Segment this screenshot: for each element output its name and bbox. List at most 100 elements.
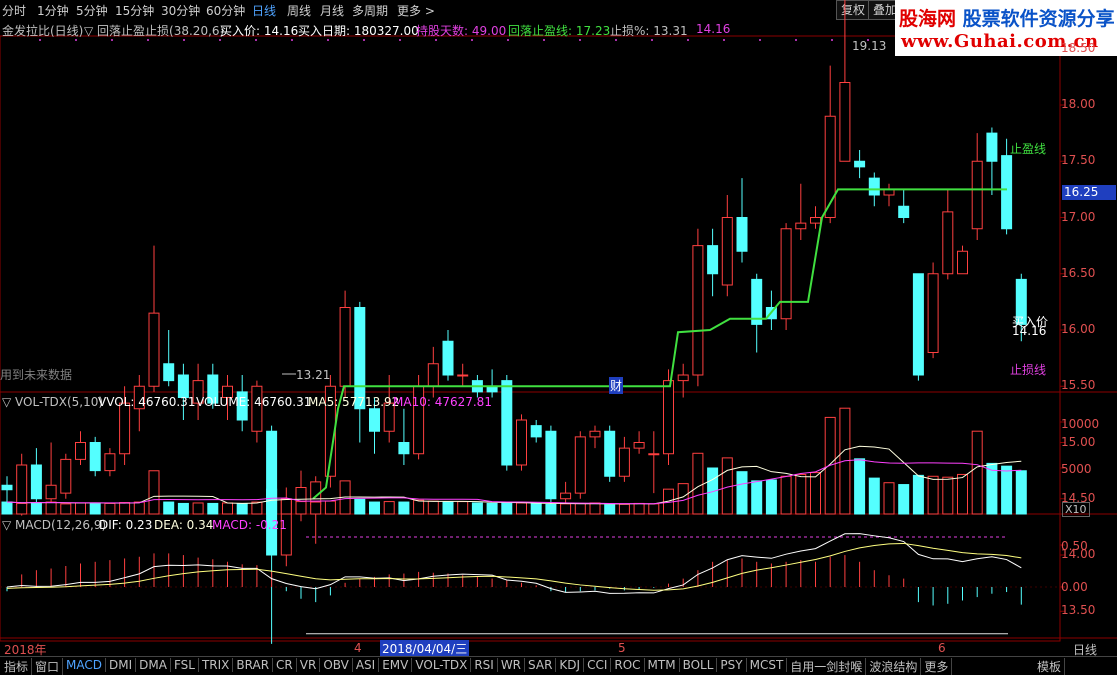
- candle-body: [398, 442, 410, 455]
- volume-bar: [574, 502, 586, 515]
- stop-pct-value: 止损%: 13.31: [610, 24, 688, 38]
- candle-body: [839, 82, 851, 162]
- bottom-tab-20[interactable]: MTM: [645, 658, 680, 672]
- buy-price-value: 买入价: 14.16: [220, 24, 299, 38]
- ma10-value: MA10: 47627.81: [393, 395, 492, 409]
- kline-chart[interactable]: [0, 0, 1117, 674]
- bottom-tab-6[interactable]: TRIX: [199, 658, 234, 672]
- low-price-label: 13.21: [296, 368, 331, 382]
- macd-axis-050: 0.50: [1061, 539, 1088, 553]
- price-axis-label: 18.50: [1061, 40, 1096, 55]
- bottom-tab-21[interactable]: BOLL: [680, 658, 718, 672]
- bottom-tab-15[interactable]: WR: [498, 658, 526, 672]
- candle-body: [457, 374, 469, 377]
- volume-bar: [971, 430, 983, 515]
- logo-name: 股海网: [899, 8, 957, 30]
- price-axis-label: 18.00: [1061, 97, 1096, 111]
- signal-dot: [183, 39, 185, 41]
- dea-value: DEA: 0.34: [154, 518, 214, 532]
- candle-body: [104, 453, 116, 472]
- finance-marker[interactable]: 财: [609, 377, 624, 394]
- volume-bar: [133, 501, 145, 515]
- bottom-tab-4[interactable]: DMA: [136, 658, 171, 672]
- ma5-value: MA5: 57713.92: [308, 395, 400, 409]
- candle-body: [927, 273, 939, 353]
- volume-bar: [780, 475, 792, 515]
- price-axis-label: 16.00: [1061, 322, 1096, 336]
- volume-bar: [163, 501, 175, 515]
- candle-body: [60, 458, 72, 494]
- bottom-tab-10[interactable]: OBV: [320, 658, 353, 672]
- signal-dot: [291, 39, 293, 41]
- bottom-tab-17[interactable]: KDJ: [556, 658, 585, 672]
- volume-bar: [310, 501, 322, 515]
- signal-dot: [831, 39, 833, 41]
- candle-body: [545, 430, 557, 500]
- bottom-tab-12[interactable]: EMV: [379, 658, 413, 672]
- volume-bar: [1001, 465, 1013, 515]
- bottom-tab-13[interactable]: VOL-TDX: [412, 658, 472, 672]
- volume-bar: [30, 502, 42, 515]
- stop-loss-label: 止损线: [1010, 363, 1047, 377]
- bottom-tab-14[interactable]: RSI: [471, 658, 498, 672]
- bottom-tab-7[interactable]: BRAR: [233, 658, 274, 672]
- volume-bar: [986, 462, 998, 515]
- price-axis-label: 15.50: [1061, 378, 1096, 393]
- bottom-tab-8[interactable]: CR: [273, 658, 297, 672]
- volume-bar: [560, 503, 572, 515]
- bottom-tab-1[interactable]: 窗口: [32, 658, 64, 675]
- volume-bar: [192, 502, 204, 515]
- candle-body: [663, 380, 674, 455]
- bottom-tab-22[interactable]: PSY: [717, 658, 747, 672]
- signal-dot: [327, 39, 329, 41]
- candle-body: [574, 436, 586, 494]
- chart-grid: [0, 20, 1117, 642]
- bottom-tab-2[interactable]: MACD: [63, 658, 107, 672]
- candle-body: [1, 484, 13, 491]
- bottom-tab-19[interactable]: ROC: [611, 658, 645, 672]
- volume-bar: [912, 474, 924, 515]
- macd-title[interactable]: ▽ MACD(12,26,9): [2, 518, 106, 532]
- candle-body: [648, 453, 660, 456]
- signal-dot: [651, 39, 653, 41]
- signal-dot: [399, 39, 401, 41]
- bottom-tab-18[interactable]: CCI: [584, 658, 612, 672]
- cursor-date: 2018/04/04/三: [380, 640, 470, 657]
- time-label-apr: 4: [354, 641, 362, 655]
- candle-body: [30, 464, 42, 500]
- signal-dot: [723, 39, 725, 41]
- volume-bar: [89, 502, 101, 515]
- candle-body: [604, 430, 616, 477]
- signal-dot: [255, 39, 257, 41]
- bottom-tab-24[interactable]: 自用一剑封喉: [787, 658, 867, 675]
- bottom-tab-27[interactable]: 模板: [1034, 658, 1066, 675]
- candle-body: [442, 340, 454, 376]
- bottom-tab-9[interactable]: VR: [297, 658, 321, 672]
- volume-title[interactable]: ▽ VOL-TDX(5,10): [2, 395, 103, 409]
- bottom-tab-3[interactable]: DMI: [106, 658, 137, 672]
- logo-slogan: 股票软件资源分享: [962, 8, 1115, 30]
- time-label-jun: 6: [938, 641, 946, 655]
- macd-value: MACD: -0.21: [212, 518, 287, 532]
- bottom-tab-23[interactable]: MCST: [747, 658, 788, 672]
- candle-body: [1001, 155, 1013, 230]
- candle-body: [854, 160, 866, 168]
- bottom-tab-26[interactable]: 更多: [921, 658, 953, 675]
- candle-body: [89, 442, 101, 472]
- volume-bar: [810, 472, 821, 515]
- bottom-tab-11[interactable]: ASI: [353, 658, 380, 672]
- bottom-tab-16[interactable]: SAR: [525, 658, 557, 672]
- bottom-tab-0[interactable]: 指标: [1, 658, 33, 675]
- volume-bar: [692, 452, 704, 515]
- candle-body: [692, 245, 704, 376]
- volume-bar: [457, 501, 469, 515]
- volume-bar: [266, 488, 278, 515]
- volume-bar: [530, 503, 542, 515]
- bottom-tab-5[interactable]: FSL: [171, 658, 199, 672]
- indicator-formula[interactable]: ▽ 回落止盈止损(38.20,6): [84, 22, 224, 39]
- volume-bar: [516, 502, 527, 515]
- dif-value: DIF: 0.23: [99, 518, 153, 532]
- bottom-tab-25[interactable]: 波浪结构: [866, 658, 922, 675]
- volume-bar: [604, 504, 616, 515]
- volume-bar: [45, 501, 57, 515]
